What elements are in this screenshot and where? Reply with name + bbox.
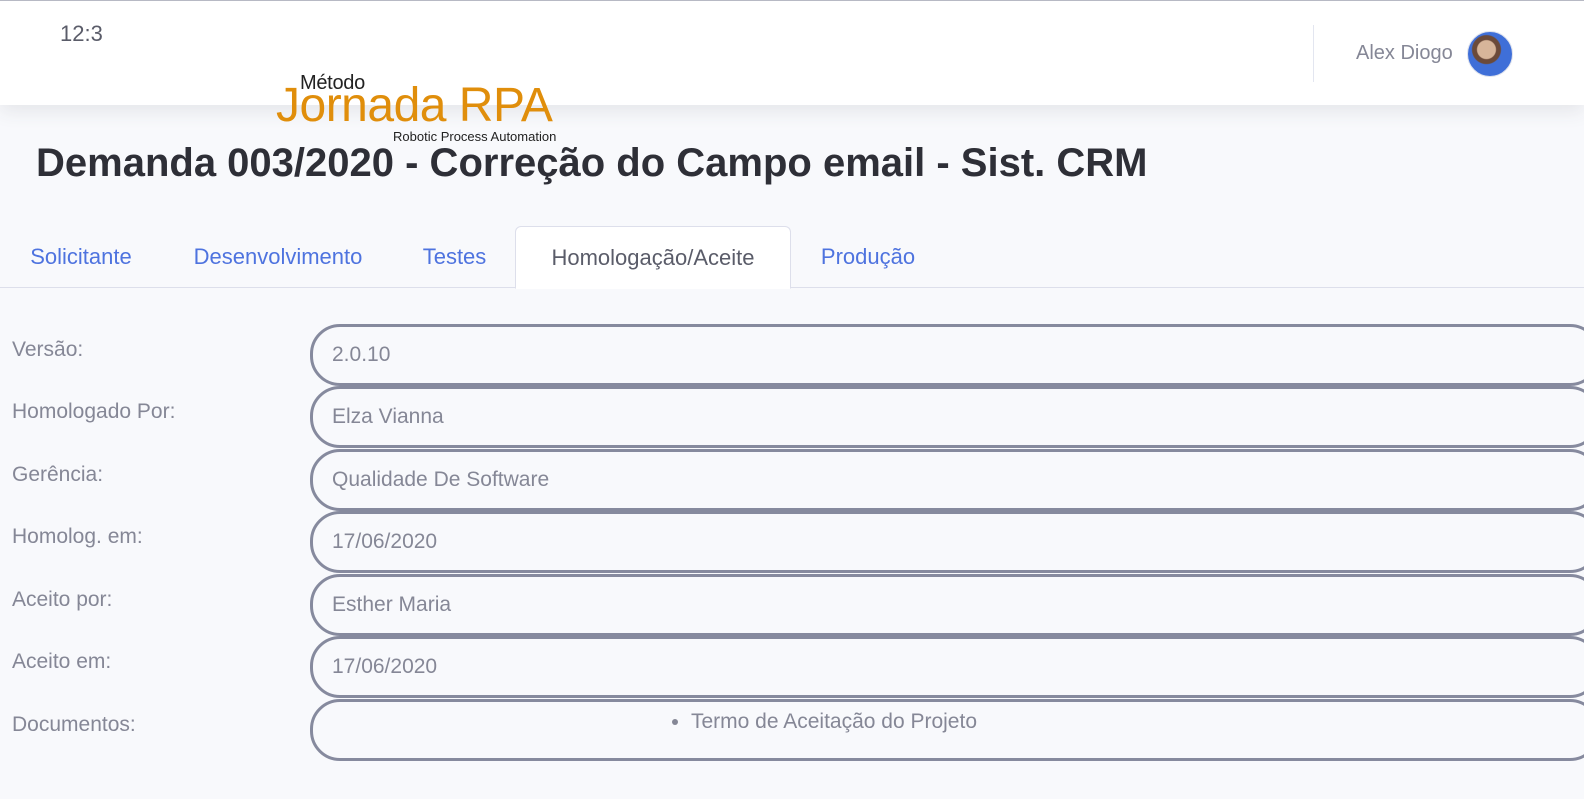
- user-name[interactable]: Alex Diogo: [1356, 42, 1453, 65]
- gerencia-field[interactable]: Qualidade De Software: [310, 449, 1584, 511]
- gerencia-label: Gerência:: [12, 463, 104, 486]
- form-row-homolog-em: Homolog. em: 17/06/2020: [0, 511, 1584, 573]
- form-row-versao: Versão: 2.0.10: [0, 324, 1584, 386]
- navbar-divider: [1313, 25, 1314, 82]
- tab-desenvolvimento[interactable]: Desenvolvimento: [170, 226, 386, 288]
- documentos-field: Termo de Aceitação do Projeto: [310, 699, 1584, 761]
- tab-producao[interactable]: Produção: [804, 226, 932, 288]
- page-title: Demanda 003/2020 - Correção do Campo ema…: [36, 141, 1148, 185]
- homolog-em-label: Homolog. em:: [12, 525, 143, 548]
- aceito-por-field[interactable]: Esther Maria: [310, 574, 1584, 636]
- documents-list: Termo de Aceitação do Projeto: [691, 709, 977, 735]
- logo-sub-text: Robotic Process Automation: [393, 129, 557, 144]
- form-row-aceito-em: Aceito em: 17/06/2020: [0, 636, 1584, 698]
- top-navbar: 12:3 Alex Diogo: [0, 0, 1584, 105]
- tab-solicitante[interactable]: Solicitante: [14, 226, 148, 288]
- homologado-por-label: Homologado Por:: [12, 400, 176, 423]
- document-link[interactable]: Termo de Aceitação do Projeto: [691, 709, 977, 735]
- documentos-label: Documentos:: [12, 713, 136, 736]
- aceito-em-label: Aceito em:: [12, 650, 112, 673]
- tab-testes[interactable]: Testes: [406, 226, 503, 288]
- aceito-por-label: Aceito por:: [12, 588, 113, 611]
- tab-bar: Solicitante Desenvolvimento Testes Homol…: [0, 226, 1584, 289]
- form-row-gerencia: Gerência: Qualidade De Software: [0, 449, 1584, 511]
- jornada-rpa-logo: Método Jornada RPA Robotic Process Autom…: [276, 72, 576, 146]
- logo-main-text: Jornada RPA: [276, 79, 553, 132]
- aceito-em-field[interactable]: 17/06/2020: [310, 636, 1584, 698]
- clock-text: 12:3: [60, 21, 103, 46]
- form-row-aceito-por: Aceito por: Esther Maria: [0, 574, 1584, 636]
- tab-homologacao-aceite[interactable]: Homologação/Aceite: [515, 226, 791, 289]
- form-row-homologado-por: Homologado Por: Elza Vianna: [0, 386, 1584, 448]
- user-avatar[interactable]: [1467, 31, 1513, 77]
- homolog-em-field[interactable]: 17/06/2020: [310, 511, 1584, 573]
- homologado-por-field[interactable]: Elza Vianna: [310, 386, 1584, 448]
- form-row-documentos: Documentos: Termo de Aceitação do Projet…: [0, 699, 1584, 761]
- versao-label: Versão:: [12, 338, 84, 361]
- versao-field[interactable]: 2.0.10: [310, 324, 1584, 386]
